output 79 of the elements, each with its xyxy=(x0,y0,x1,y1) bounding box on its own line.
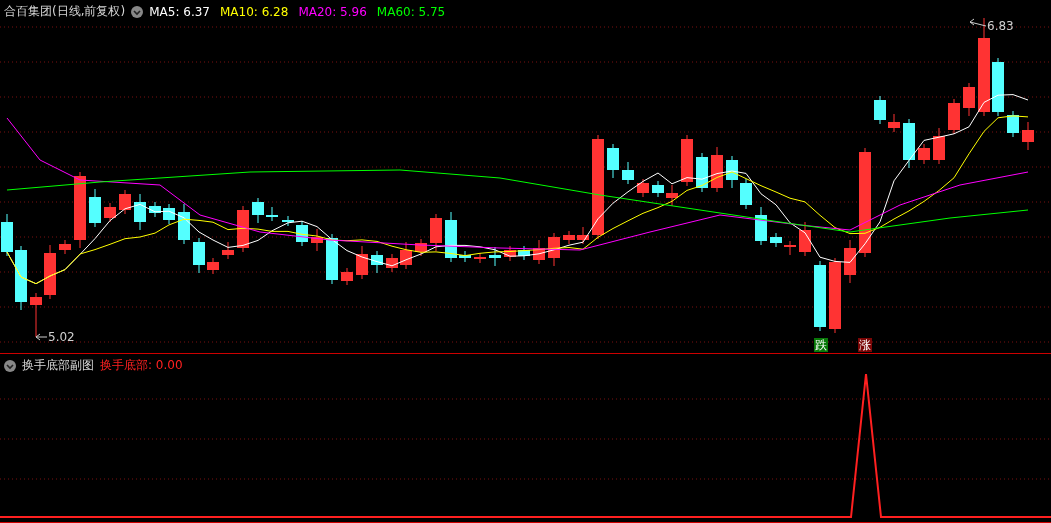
candlestick xyxy=(311,228,323,252)
candlestick xyxy=(193,237,205,274)
candlestick xyxy=(415,238,427,257)
indicator-value: MA5: 6.37 xyxy=(149,4,210,19)
candlestick xyxy=(400,241,412,270)
candlestick xyxy=(652,180,664,198)
candlestick xyxy=(844,239,856,284)
candlestick xyxy=(933,127,945,165)
chart-title: 合百集团(日线,前复权) xyxy=(4,3,126,20)
candlestick xyxy=(696,152,708,193)
candlestick xyxy=(178,203,190,245)
candlestick xyxy=(963,82,975,117)
candlestick xyxy=(504,245,516,262)
candlestick xyxy=(577,226,589,245)
candlestick xyxy=(948,98,960,135)
candlestick xyxy=(341,267,353,286)
candlestick xyxy=(666,184,678,207)
candlestick xyxy=(430,213,442,252)
candlestick xyxy=(149,201,161,218)
candlestick xyxy=(44,244,56,300)
candlestick xyxy=(104,202,116,223)
candlestick xyxy=(726,155,738,189)
candlestick xyxy=(222,241,234,260)
signal-marker: 涨 xyxy=(858,338,872,352)
candlestick xyxy=(207,257,219,275)
candlestick xyxy=(356,245,368,280)
candlestick xyxy=(282,215,294,227)
indicator-value: MA20: 5.96 xyxy=(298,4,367,19)
candlestick xyxy=(15,245,27,311)
indicator-value: MA60: 5.75 xyxy=(376,4,446,19)
candlestick xyxy=(59,239,71,255)
candlestick xyxy=(326,233,338,285)
high-price-label: 6.83 xyxy=(987,19,1014,33)
low-price-label: 5.02 xyxy=(48,330,75,344)
candlestick xyxy=(1,213,13,257)
candlestick xyxy=(474,252,486,264)
collapse-icon[interactable] xyxy=(4,359,16,372)
candlestick xyxy=(874,95,886,125)
candlestick xyxy=(1007,110,1019,138)
candlestick xyxy=(903,118,915,169)
candlestick xyxy=(888,113,900,133)
candlestick xyxy=(518,245,530,261)
candlestick xyxy=(266,206,278,222)
candlestick xyxy=(134,193,146,231)
candlestick xyxy=(296,220,308,247)
candlestick xyxy=(386,253,398,273)
candlestick xyxy=(30,292,42,338)
candlestick xyxy=(740,178,752,210)
candlestick xyxy=(814,260,826,332)
candlestick xyxy=(563,230,575,245)
candlestick xyxy=(607,143,619,179)
pointer-arrow-icon xyxy=(969,18,987,27)
candlestick xyxy=(445,211,457,263)
candlestick xyxy=(533,239,545,265)
candlestick xyxy=(252,197,264,224)
indicator-value: MA10: 6.28 xyxy=(219,4,289,19)
candlestick xyxy=(637,178,649,198)
candlestick xyxy=(770,232,782,248)
candlestick xyxy=(681,134,693,187)
candlestick xyxy=(1022,121,1034,151)
indicator-value: 换手底部: 0.00 xyxy=(100,357,183,374)
candlestick xyxy=(992,57,1004,117)
candlestick xyxy=(119,189,131,215)
candlestick xyxy=(711,146,723,193)
collapse-icon[interactable] xyxy=(131,5,144,18)
pointer-arrow-icon xyxy=(35,333,48,341)
candlestick xyxy=(918,143,930,165)
candlestick xyxy=(622,161,634,185)
candlestick xyxy=(548,232,560,267)
candlestick xyxy=(799,221,811,257)
candlestick xyxy=(489,246,501,267)
candlestick xyxy=(755,206,767,246)
candlestick xyxy=(371,250,383,274)
sub-chart-title: 换手底部副图 xyxy=(22,357,94,374)
candlestick xyxy=(784,240,796,256)
signal-marker: 跌 xyxy=(814,338,828,352)
candlestick xyxy=(89,188,101,228)
candlestick xyxy=(459,250,471,263)
candlestick xyxy=(163,203,175,225)
